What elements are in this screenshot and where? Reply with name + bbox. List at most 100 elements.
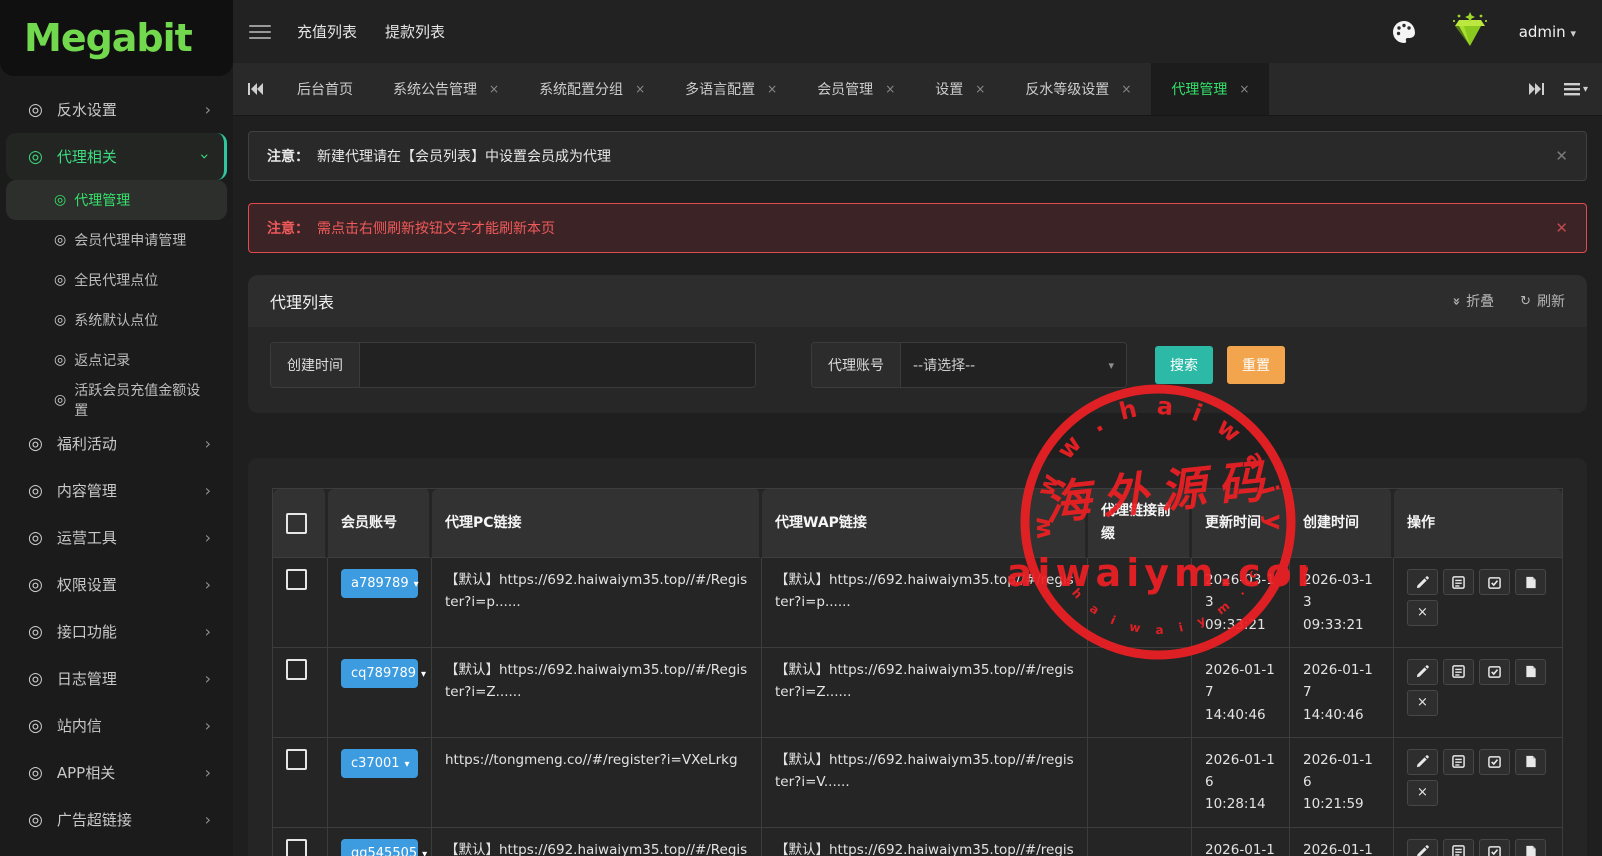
tab[interactable]: 系统公告管理 × [373, 63, 519, 115]
account-dropdown-button[interactable]: cq789789 ▾ [341, 658, 426, 688]
file-copy-button[interactable] [1515, 838, 1546, 856]
ring-icon: ◎ [54, 192, 67, 208]
refresh-button[interactable]: ↻ 刷新 [1520, 291, 1565, 311]
create-date: 2026-03-13 [1303, 572, 1373, 611]
sidebar-item-label: APP相关 [56, 764, 116, 782]
tabs-scroll-left-icon[interactable] [233, 63, 277, 115]
user-menu[interactable]: admin ▾ [1519, 23, 1576, 41]
sidebar-item[interactable]: ◎ APP相关 [6, 749, 227, 796]
tab[interactable]: 设置 × [915, 63, 1005, 115]
theme-palette-icon[interactable] [1391, 19, 1417, 45]
account-dropdown-button[interactable]: c37001 ▾ [341, 748, 418, 778]
close-icon[interactable]: ✕ [1555, 219, 1568, 237]
create-time: 09:33:21 [1303, 616, 1364, 633]
sidebar-item[interactable]: ◎ 接口功能 [6, 608, 227, 655]
tab-label: 反水等级设置 [1025, 82, 1110, 98]
topbar-link-withdraw[interactable]: 提款列表 [385, 21, 445, 42]
select-all-checkbox[interactable] [286, 512, 307, 534]
tabs-menu-icon[interactable]: ▾ [1563, 82, 1588, 96]
edit-button[interactable] [1407, 569, 1438, 596]
file-copy-button[interactable] [1515, 748, 1546, 775]
sidebar-item[interactable]: ◎ 权限设置 [6, 561, 227, 608]
tab[interactable]: 反水等级设置 × [1005, 63, 1151, 115]
chevron-icon [205, 528, 211, 547]
account-dropdown-button[interactable]: a789789 ▾ [341, 569, 419, 599]
topbar-link-recharge[interactable]: 充值列表 [297, 21, 357, 42]
sidebar-item[interactable]: ◎ 运营工具 [6, 514, 227, 561]
row-checkbox[interactable] [286, 569, 307, 591]
row-checkbox[interactable] [286, 658, 307, 680]
close-icon[interactable]: × [767, 82, 777, 96]
row-checkbox[interactable] [286, 838, 307, 856]
close-icon[interactable]: ✕ [1555, 147, 1568, 165]
sidebar-item[interactable]: ◎ 福利活动 [6, 420, 227, 467]
pc-link: 【默认】https://692.haiwaiym35.top//#/Regist… [445, 572, 748, 611]
caret-down-icon: ▾ [421, 668, 427, 680]
close-icon[interactable]: × [975, 82, 985, 96]
edit-button[interactable] [1407, 748, 1438, 775]
sidebar-item[interactable]: ◎ 内容管理 [6, 467, 227, 514]
delete-button[interactable]: × [1407, 689, 1438, 716]
logo-box[interactable]: Megabit [0, 0, 233, 76]
agent-account-select[interactable]: --请选择-- ▾ [901, 343, 1126, 387]
detail-list-button[interactable] [1443, 748, 1474, 775]
sidebar-item[interactable]: ◎ 全民代理点位 [6, 260, 227, 300]
sidebar-item[interactable]: ◎ 会员代理申请管理 [6, 220, 227, 260]
delete-button[interactable]: × [1407, 779, 1438, 806]
close-icon[interactable]: × [885, 82, 895, 96]
close-icon[interactable]: × [489, 82, 499, 96]
tab[interactable]: 系统配置分组 × [519, 63, 665, 115]
edit-button[interactable] [1407, 838, 1438, 856]
tab[interactable]: 后台首页 × [277, 63, 373, 115]
gem-icon[interactable] [1447, 11, 1493, 52]
wap-link: 【默认】https://692.haiwaiym35.top//#/regist… [775, 751, 1074, 791]
close-icon[interactable]: × [635, 82, 645, 96]
clipboard-check-button[interactable] [1479, 748, 1510, 775]
close-icon[interactable]: × [1239, 82, 1249, 96]
create-time-input[interactable] [360, 343, 755, 387]
tabs-scroll-right-icon[interactable] [1528, 83, 1544, 95]
col-wap-link: 代理WAP链接 [762, 489, 1088, 559]
brand-logo: Megabit [24, 16, 193, 60]
close-icon[interactable]: × [1121, 82, 1131, 96]
sidebar-item[interactable]: ◎ 代理相关 [6, 133, 227, 180]
sidebar-item[interactable]: ◎ 日志管理 [6, 655, 227, 702]
table-row: qq545505 ▾ 【默认】https://692.haiwaiym35.top… [273, 827, 1562, 856]
sidebar-item[interactable]: ◎ 系统默认点位 [6, 300, 227, 340]
create-time: 10:21:59 [1303, 796, 1364, 813]
file-copy-button[interactable] [1515, 658, 1546, 685]
sidebar-item[interactable]: ◎ 活跃会员充值金额设置 [6, 380, 227, 420]
create-date: 2026-01-16 [1303, 841, 1373, 856]
account-dropdown-button[interactable]: qq545505 ▾ [341, 838, 427, 856]
file-copy-button[interactable] [1515, 569, 1546, 596]
table-row: a789789 ▾ 【默认】https://692.haiwaiym35.top/… [273, 558, 1562, 648]
agent-account-label: 代理账号 [812, 343, 901, 387]
header-checkbox-cell [273, 489, 328, 559]
delete-button[interactable]: × [1407, 600, 1438, 627]
edit-button[interactable] [1407, 658, 1438, 685]
clipboard-check-button[interactable] [1479, 658, 1510, 685]
detail-list-button[interactable] [1443, 658, 1474, 685]
main-content: 注意： 新建代理请在【会员列表】中设置会员成为代理 ✕ 注意： 需点击右侧刷新按… [233, 117, 1602, 856]
tab[interactable]: 会员管理 × [797, 63, 915, 115]
row-checkbox[interactable] [286, 748, 307, 770]
search-button[interactable]: 搜索 [1155, 346, 1213, 384]
detail-list-button[interactable] [1443, 838, 1474, 856]
clipboard-check-button[interactable] [1479, 838, 1510, 856]
reset-button[interactable]: 重置 [1227, 346, 1285, 384]
sidebar-item[interactable]: ◎ 站内信 [6, 702, 227, 749]
tab[interactable]: 多语言配置 × [665, 63, 797, 115]
clipboard-check-button[interactable] [1479, 569, 1510, 596]
collapse-button[interactable]: » 折叠 [1448, 291, 1494, 311]
sidebar-item[interactable]: ◎ 代理管理 [6, 180, 227, 220]
sidebar-item[interactable]: ◎ 广告超链接 [6, 796, 227, 843]
sidebar-item-label: 日志管理 [56, 670, 117, 688]
ring-icon: ◎ [28, 668, 43, 689]
sidebar-item[interactable]: ◎ 返点记录 [6, 340, 227, 380]
tab[interactable]: 代理管理 × [1151, 63, 1270, 115]
sidebar-item[interactable]: ◎ 反水设置 [6, 86, 227, 133]
pc-link: https://tongmeng.co//#/register?i=VXeLrk… [445, 751, 738, 768]
sidebar-item-label: 系统默认点位 [74, 313, 159, 329]
detail-list-button[interactable] [1443, 569, 1474, 596]
hamburger-icon[interactable] [249, 21, 271, 43]
